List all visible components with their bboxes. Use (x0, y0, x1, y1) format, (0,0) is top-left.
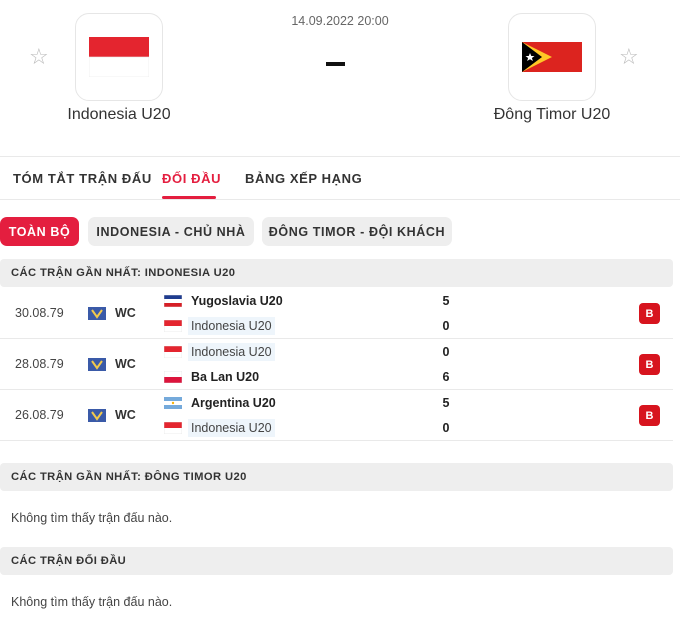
world-cup-icon (88, 307, 106, 320)
empty-state-text: Không tìm thấy trận đấu nào. (11, 595, 173, 609)
argentina-flag-icon (164, 397, 182, 409)
competition-label: WC (115, 357, 136, 371)
section-header-head-to-head: CÁC TRẬN ĐỐI ĐẦU (0, 547, 673, 575)
match-row[interactable]: 28.08.79 WC Indonesia U20 0 Ba Lan U20 6… (0, 339, 673, 390)
team-2-score: 0 (442, 319, 450, 333)
indonesia-flag-icon (89, 37, 149, 77)
match-date: 26.08.79 (15, 408, 64, 422)
team-1-score: 5 (442, 396, 450, 410)
score-separator (326, 62, 345, 66)
team-1-name[interactable]: Indonesia U20 (188, 343, 275, 361)
home-team-name[interactable]: Indonesia U20 (19, 106, 219, 124)
team-1-name[interactable]: Yugoslavia U20 (188, 292, 286, 310)
match-date: 28.08.79 (15, 357, 64, 371)
team-2-name[interactable]: Ba Lan U20 (188, 368, 262, 386)
team-2-name[interactable]: Indonesia U20 (188, 419, 275, 437)
tab-match-summary[interactable]: TÓM TẮT TRẬN ĐẤU (13, 171, 152, 186)
world-cup-icon (88, 358, 106, 371)
match-datetime: 14.09.2022 20:00 (291, 14, 389, 28)
result-loss-badge: B (639, 354, 660, 375)
indonesia-flag-icon (164, 320, 182, 332)
team-1-score: 5 (442, 294, 450, 308)
empty-state-text: Không tìm thấy trận đấu nào. (11, 511, 173, 525)
away-team-name[interactable]: Đông Timor U20 (452, 106, 652, 124)
filter-indonesia-home[interactable]: INDONESIA - CHỦ NHÀ (88, 217, 254, 246)
match-header: ☆ Indonesia U20 14.09.2022 20:00 Đông Ti… (0, 0, 680, 157)
east-timor-flag-icon (522, 42, 582, 72)
team-1-name[interactable]: Argentina U20 (188, 394, 279, 412)
team-2-score: 0 (442, 421, 450, 435)
favorite-home-star-icon[interactable]: ☆ (29, 46, 49, 68)
section-header-away-recent: CÁC TRẬN GẦN NHẤT: ĐÔNG TIMOR U20 (0, 463, 673, 491)
away-team-logo[interactable] (508, 13, 596, 101)
section-header-home-recent: CÁC TRẬN GẦN NHẤT: INDONESIA U20 (0, 259, 673, 287)
match-date: 30.08.79 (15, 306, 64, 320)
team-2-score: 6 (442, 370, 450, 384)
filter-all[interactable]: TOÀN BỘ (0, 217, 79, 246)
match-tabs: TÓM TẮT TRẬN ĐẤU ĐỐI ĐẦU BẢNG XẾP HẠNG (0, 157, 680, 200)
indonesia-flag-icon (164, 422, 182, 434)
match-row[interactable]: 26.08.79 WC Argentina U20 5 Indonesia U2… (0, 390, 673, 441)
yugoslavia-flag-icon (164, 295, 182, 307)
favorite-away-star-icon[interactable]: ☆ (619, 46, 639, 68)
filter-east-timor-away[interactable]: ĐÔNG TIMOR - ĐỘI KHÁCH (262, 217, 452, 246)
indonesia-flag-icon (164, 346, 182, 358)
competition-label: WC (115, 408, 136, 422)
result-loss-badge: B (639, 303, 660, 324)
tab-head-to-head[interactable]: ĐỐI ĐẦU (162, 171, 221, 186)
world-cup-icon (88, 409, 106, 422)
result-loss-badge: B (639, 405, 660, 426)
team-1-score: 0 (442, 345, 450, 359)
poland-flag-icon (164, 371, 182, 383)
tab-standings[interactable]: BẢNG XẾP HẠNG (245, 171, 362, 186)
active-tab-indicator (162, 196, 216, 199)
home-team-logo[interactable] (75, 13, 163, 101)
team-2-name[interactable]: Indonesia U20 (188, 317, 275, 335)
match-row[interactable]: 30.08.79 WC Yugoslavia U20 5 Indonesia U… (0, 288, 673, 339)
competition-label: WC (115, 306, 136, 320)
